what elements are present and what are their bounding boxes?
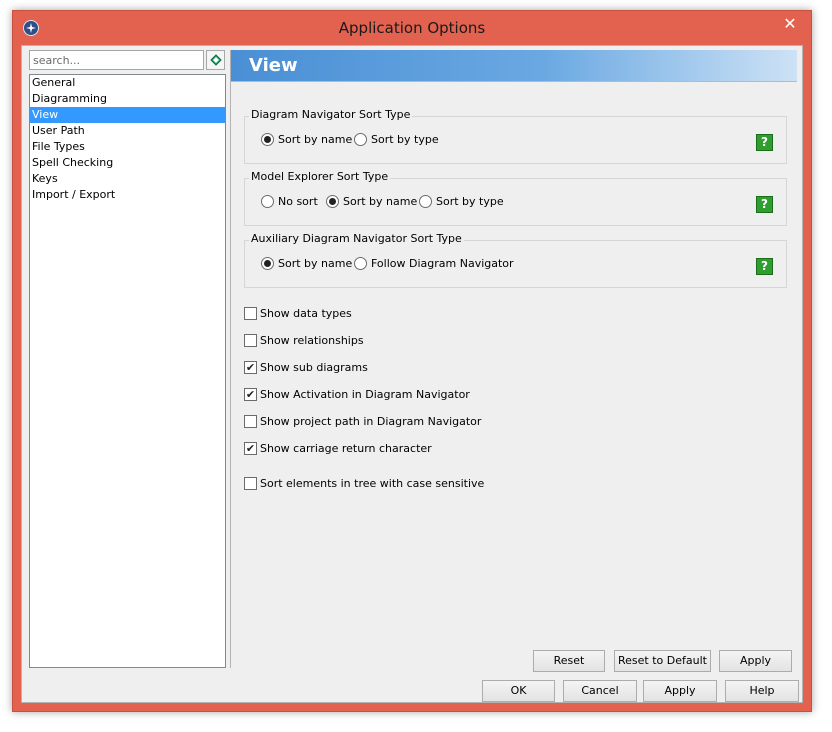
- radio-model-explorer-sort-by-name[interactable]: Sort by name: [326, 195, 417, 208]
- reset-to-default-button[interactable]: Reset to Default: [614, 650, 711, 672]
- checkbox[interactable]: [244, 334, 257, 347]
- checkbox-show-project-path[interactable]: Show project path in Diagram Navigator: [244, 415, 481, 428]
- radio-model-explorer-no-sort[interactable]: No sort: [261, 195, 318, 208]
- checkbox-show-data-types[interactable]: Show data types: [244, 307, 352, 320]
- auxiliary-navigator-sort-group: Auxiliary Diagram Navigator Sort Type So…: [244, 232, 787, 288]
- radio-aux-nav-sort-by-name[interactable]: Sort by name: [261, 257, 352, 270]
- checkbox[interactable]: ✔: [244, 388, 257, 401]
- ok-button[interactable]: OK: [482, 680, 555, 702]
- diagram-navigator-sort-group: Diagram Navigator Sort Type Sort by name…: [244, 108, 787, 164]
- radio-label: Sort by name: [278, 133, 353, 146]
- cancel-button[interactable]: Cancel: [563, 680, 637, 702]
- options-window: Application Options ✕ GeneralDiagramming…: [12, 10, 812, 712]
- checkbox[interactable]: [244, 415, 257, 428]
- checkbox[interactable]: ✔: [244, 442, 257, 455]
- checkmark-icon: ✔: [245, 361, 256, 374]
- checkbox-show-carriage-return[interactable]: ✔ Show carriage return character: [244, 442, 432, 455]
- group-title: Diagram Navigator Sort Type: [249, 108, 413, 121]
- radio-button[interactable]: [261, 195, 274, 208]
- page-header: View: [231, 50, 797, 82]
- checkbox-label: Show relationships: [260, 334, 364, 347]
- radio-model-explorer-sort-by-type[interactable]: Sort by type: [419, 195, 504, 208]
- checkbox-label: Show project path in Diagram Navigator: [260, 415, 482, 428]
- group-title: Auxiliary Diagram Navigator Sort Type: [249, 232, 464, 245]
- group-title: Model Explorer Sort Type: [249, 170, 391, 183]
- checkbox-sort-case-sensitive[interactable]: Sort elements in tree with case sensitiv…: [244, 477, 484, 490]
- sidebar-item-keys[interactable]: Keys: [30, 171, 225, 187]
- search-button[interactable]: [206, 50, 225, 70]
- category-tree[interactable]: General Diagramming View User Path File Type…: [29, 74, 226, 668]
- radio-label: No sort: [278, 195, 318, 208]
- help-button[interactable]: Help: [725, 680, 799, 702]
- radio-button[interactable]: [419, 195, 432, 208]
- radio-button[interactable]: [261, 133, 274, 146]
- checkbox-label: Show carriage return character: [260, 442, 432, 455]
- sidebar-item-spell-checking[interactable]: Spell Checking: [30, 155, 225, 171]
- radio-button[interactable]: [354, 257, 367, 270]
- radio-diagram-nav-sort-by-type[interactable]: Sort by type: [354, 133, 439, 146]
- checkbox-label: Show data types: [260, 307, 352, 320]
- settings-pane: View Diagram Navigator Sort Type Sort by…: [230, 50, 798, 672]
- apply-button[interactable]: Apply: [643, 680, 717, 702]
- model-explorer-sort-group: Model Explorer Sort Type No sort Sort by…: [244, 170, 787, 226]
- reset-button[interactable]: Reset: [533, 650, 605, 672]
- sidebar-item-import-export[interactable]: Import / Export: [30, 187, 225, 203]
- window-title: Application Options: [338, 19, 486, 37]
- page-title: View: [249, 55, 298, 76]
- checkbox[interactable]: [244, 477, 257, 490]
- panel-apply-button[interactable]: Apply: [719, 650, 792, 672]
- checkbox-label: Show sub diagrams: [260, 361, 368, 374]
- title-bar[interactable]: Application Options ✕: [13, 11, 811, 45]
- help-icon[interactable]: ?: [756, 258, 773, 275]
- search-input[interactable]: [30, 51, 203, 69]
- sidebar-item-general[interactable]: General: [30, 75, 225, 91]
- radio-aux-nav-follow-diagram-navigator[interactable]: Follow Diagram Navigator: [354, 257, 514, 270]
- sidebar-item-diagramming[interactable]: Diagramming: [30, 91, 225, 107]
- sidebar-item-user-path[interactable]: User Path: [30, 123, 225, 139]
- radio-button[interactable]: [326, 195, 339, 208]
- radio-button[interactable]: [354, 133, 367, 146]
- radio-label: Sort by name: [278, 257, 353, 270]
- checkbox-show-sub-diagrams[interactable]: ✔ Show sub diagrams: [244, 361, 368, 374]
- search-box: [29, 50, 204, 70]
- sidebar-item-file-types[interactable]: File Types: [30, 139, 225, 155]
- checkbox[interactable]: [244, 307, 257, 320]
- help-icon[interactable]: ?: [756, 196, 773, 213]
- checkbox-label: Sort elements in tree with case sensitiv…: [260, 477, 485, 490]
- checkbox-show-activation[interactable]: ✔ Show Activation in Diagram Navigator: [244, 388, 470, 401]
- sidebar-item-view[interactable]: View: [30, 107, 225, 123]
- radio-label: Follow Diagram Navigator: [371, 257, 514, 270]
- radio-label: Sort by type: [371, 133, 439, 146]
- checkmark-icon: ✔: [245, 442, 256, 455]
- search-icon: [209, 54, 222, 66]
- checkbox-show-relationships[interactable]: Show relationships: [244, 334, 364, 347]
- dialog-client-area: GeneralDiagrammingViewUser PathFile Type…: [21, 45, 803, 703]
- checkmark-icon: ✔: [245, 388, 256, 401]
- radio-button[interactable]: [261, 257, 274, 270]
- close-icon: ✕: [783, 14, 797, 33]
- checkbox[interactable]: ✔: [244, 361, 257, 374]
- help-icon[interactable]: ?: [756, 134, 773, 151]
- category-pane: GeneralDiagrammingViewUser PathFile Type…: [29, 50, 226, 668]
- radio-label: Sort by type: [436, 195, 504, 208]
- checkbox-label: Show Activation in Diagram Navigator: [260, 388, 470, 401]
- radio-label: Sort by name: [343, 195, 418, 208]
- radio-diagram-nav-sort-by-name[interactable]: Sort by name: [261, 133, 352, 146]
- close-button[interactable]: ✕: [775, 13, 805, 35]
